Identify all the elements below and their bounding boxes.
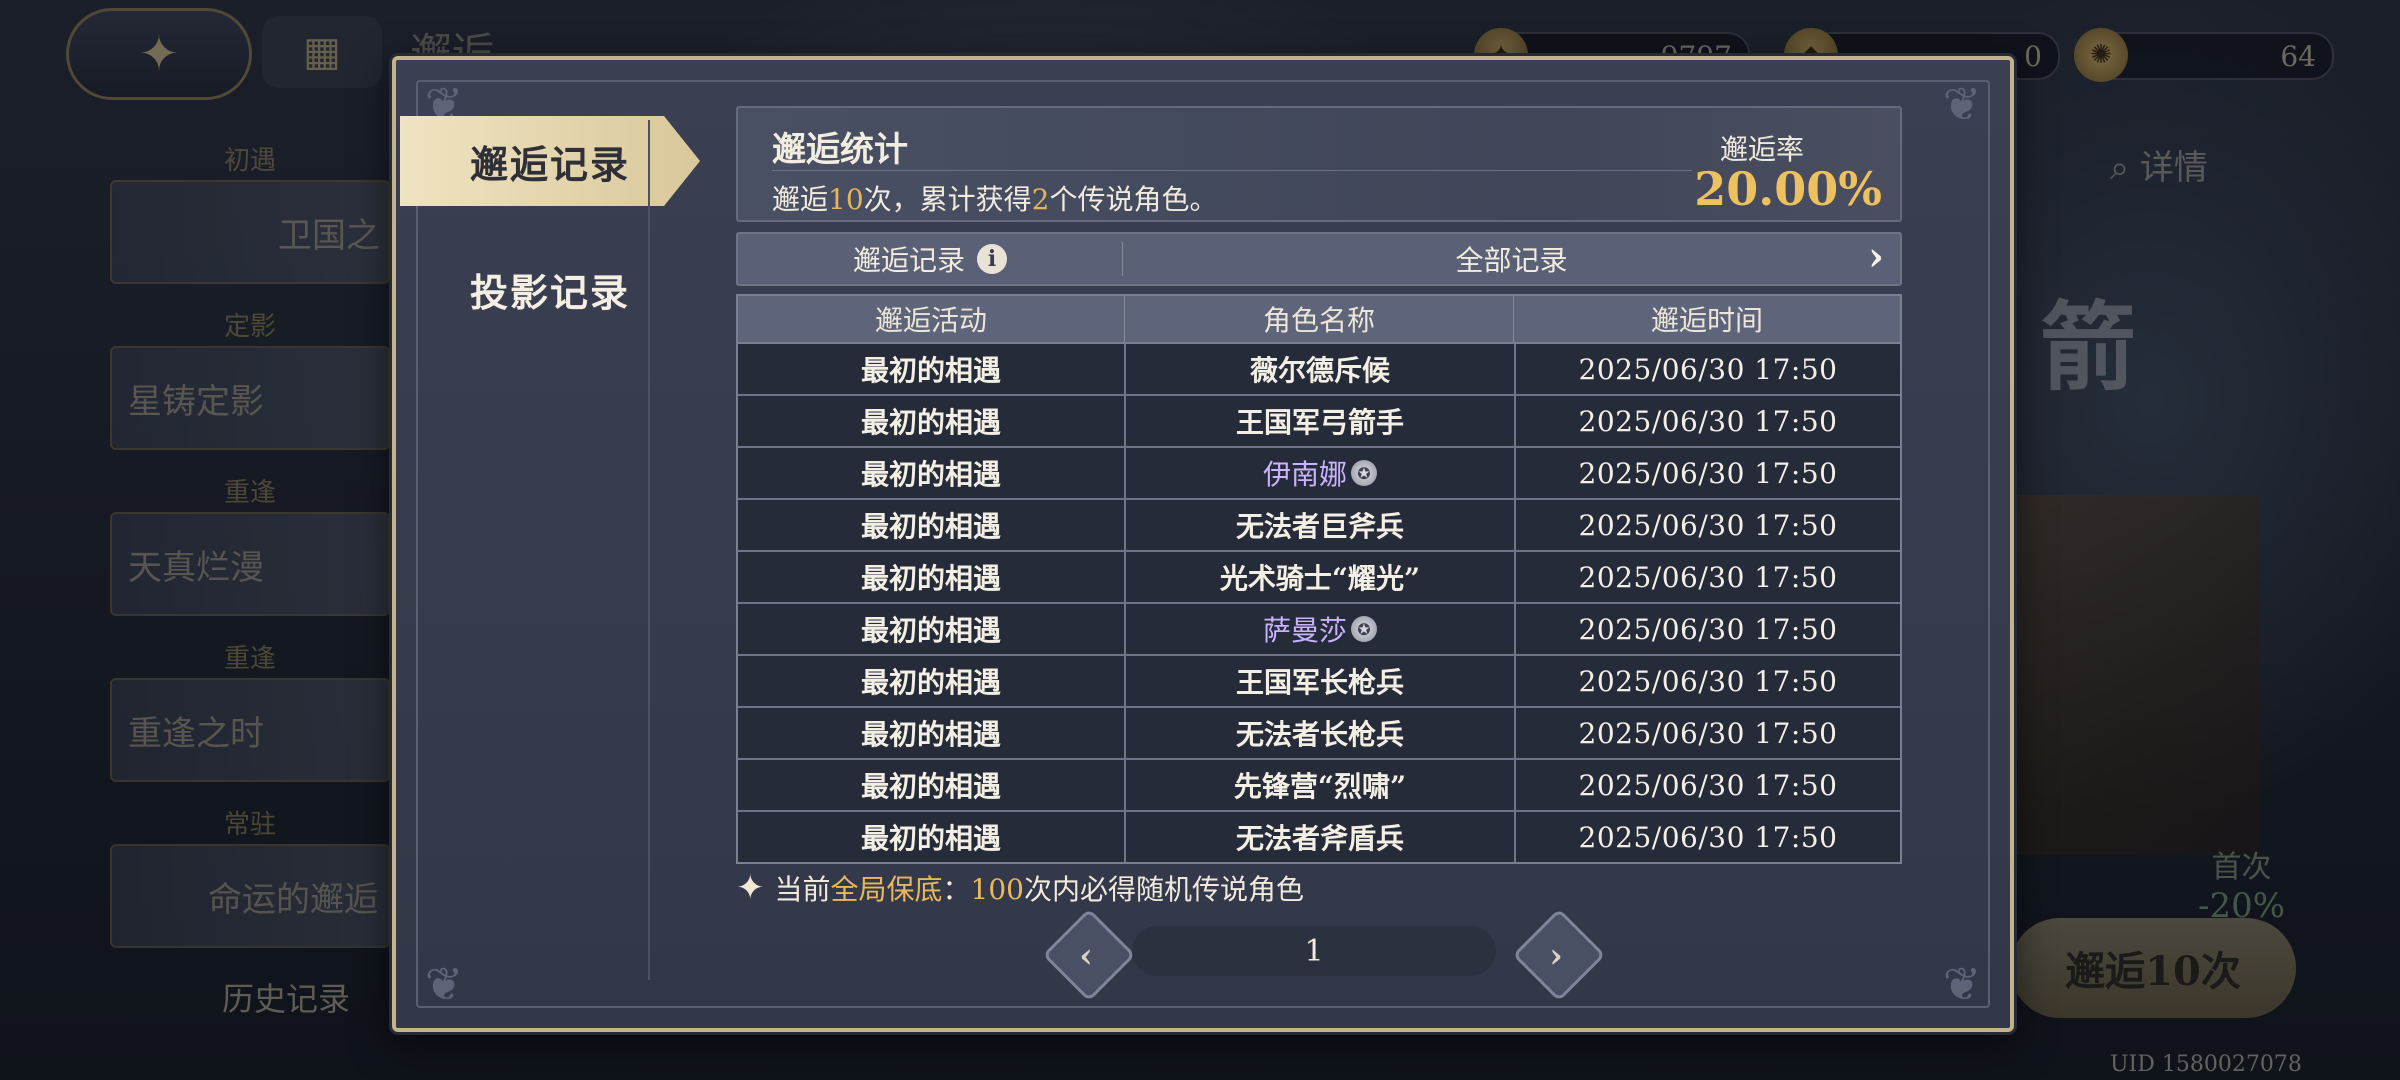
character-name-cell: 无法者斧盾兵 [1124, 812, 1514, 862]
activity-cell: 最初的相遇 [860, 562, 1001, 595]
corner-ornament-icon: ❦ [1942, 957, 1982, 1011]
table-row: 最初的相遇 无法者巨斧兵 2025/06/30 17:50 [738, 498, 1900, 550]
record-filter-bar: 邂逅记录 i 全部记录 › [736, 232, 1902, 286]
table-header: 邂逅活动 角色名称 邂逅时间 [738, 296, 1900, 344]
character-name-cell: 光术骑士“耀光” [1124, 552, 1514, 602]
character-name: 光术骑士“耀光” [1219, 562, 1421, 595]
record-type-label: 邂逅记录 i [738, 239, 1122, 279]
table-row: 最初的相遇 无法者长枪兵 2025/06/30 17:50 [738, 706, 1900, 758]
column-header-time: 邂逅时间 [1513, 296, 1900, 342]
stats-summary: 邂逅10次，累计获得2个传说角色。 [772, 183, 1218, 216]
chevron-right-icon: › [1868, 233, 1884, 280]
time-cell: 2025/06/30 17:50 [1514, 396, 1900, 446]
tab-projection-records[interactable]: 投影记录 [400, 244, 700, 334]
time-cell: 2025/06/30 17:50 [1514, 344, 1900, 394]
record-filter-dropdown[interactable]: 全部记录 › [1123, 233, 1900, 280]
character-name-cell: 无法者巨斧兵 [1124, 500, 1514, 550]
character-name: 无法者长枪兵 [1235, 718, 1404, 751]
character-name-cell: 先锋营“烈啸” [1124, 760, 1514, 810]
legendary-medal-icon: ✪ [1351, 460, 1377, 486]
sparkle-icon: ✦ [736, 868, 765, 908]
pity-guarantee-note: ✦ 当前全局保底：100次内必得随机传说角色 [736, 868, 1305, 908]
character-name-cell: 无法者长枪兵 [1124, 708, 1514, 758]
table-row: 最初的相遇 薇尔德斥候 2025/06/30 17:50 [738, 344, 1900, 394]
activity-cell: 最初的相遇 [860, 770, 1001, 803]
character-name: 萨曼莎 [1262, 614, 1347, 647]
table-row: 最初的相遇 无法者斧盾兵 2025/06/30 17:50 [738, 810, 1900, 862]
character-name-cell: 王国军弓箭手 [1124, 396, 1514, 446]
time-cell: 2025/06/30 17:50 [1514, 500, 1900, 550]
table-body: 最初的相遇 薇尔德斥候 2025/06/30 17:50 最初的相遇 王国军弓箭手 202… [738, 344, 1900, 862]
table-row: 最初的相遇 王国军弓箭手 2025/06/30 17:50 [738, 394, 1900, 446]
activity-cell: 最初的相遇 [860, 822, 1001, 855]
tab-encounter-records[interactable]: 邂逅记录 [400, 116, 700, 206]
table-row: 最初的相遇 伊南娜 ✪ 2025/06/30 17:50 [738, 446, 1900, 498]
character-name-cell: 王国军长枪兵 [1124, 656, 1514, 706]
time-cell: 2025/06/30 17:50 [1514, 656, 1900, 706]
table-row: 最初的相遇 先锋营“烈啸” 2025/06/30 17:50 [738, 758, 1900, 810]
time-cell: 2025/06/30 17:50 [1514, 604, 1900, 654]
character-name-cell: 薇尔德斥候 [1124, 344, 1514, 394]
column-header-character: 角色名称 [1124, 296, 1513, 342]
activity-cell: 最初的相遇 [860, 458, 1001, 491]
character-name: 先锋营“烈啸” [1233, 770, 1407, 803]
character-name: 薇尔德斥候 [1249, 354, 1390, 387]
table-row: 最初的相遇 王国军长枪兵 2025/06/30 17:50 [738, 654, 1900, 706]
character-name: 王国军弓箭手 [1235, 406, 1404, 439]
rate-value: 20.00% [1694, 162, 1882, 216]
activity-cell: 最初的相遇 [860, 510, 1001, 543]
character-name: 伊南娜 [1262, 458, 1347, 491]
time-cell: 2025/06/30 17:50 [1514, 760, 1900, 810]
activity-cell: 最初的相遇 [860, 406, 1001, 439]
character-name-cell: 伊南娜 ✪ [1124, 448, 1514, 498]
info-icon[interactable]: i [977, 244, 1007, 274]
corner-ornament-icon: ❦ [1942, 77, 1982, 131]
column-header-activity: 邂逅活动 [874, 304, 987, 337]
table-row: 最初的相遇 萨曼莎 ✪ 2025/06/30 17:50 [738, 602, 1900, 654]
legendary-medal-icon: ✪ [1351, 616, 1377, 642]
time-cell: 2025/06/30 17:50 [1514, 448, 1900, 498]
activity-cell: 最初的相遇 [860, 718, 1001, 751]
character-name-cell: 萨曼莎 ✪ [1124, 604, 1514, 654]
time-cell: 2025/06/30 17:50 [1514, 812, 1900, 862]
time-cell: 2025/06/30 17:50 [1514, 552, 1900, 602]
activity-cell: 最初的相遇 [860, 614, 1001, 647]
sidebar-divider [648, 120, 650, 980]
divider [772, 170, 1692, 171]
chevron-left-icon: ‹ [1079, 936, 1093, 976]
record-table: 邂逅活动 角色名称 邂逅时间 最初的相遇 薇尔德斥候 2025/06/30 17:5… [736, 294, 1902, 864]
encounter-stats: 邂逅统计 邂逅10次，累计获得2个传说角色。 邂逅率 20.00% [736, 106, 1902, 222]
corner-ornament-icon: ❦ [424, 957, 464, 1011]
character-name: 王国军长枪兵 [1235, 666, 1404, 699]
chevron-right-icon: › [1549, 936, 1563, 976]
character-name: 无法者巨斧兵 [1235, 510, 1404, 543]
page-indicator: 1 [1132, 926, 1496, 976]
activity-cell: 最初的相遇 [860, 354, 1001, 387]
activity-cell: 最初的相遇 [860, 666, 1001, 699]
character-name: 无法者斧盾兵 [1235, 822, 1404, 855]
stats-title: 邂逅统计 [772, 130, 908, 170]
encounter-record-dialog: ❦ ❦ ❦ ❦ 邂逅记录 投影记录 邂逅统计 邂逅10次，累计获得2个传说角色。… [392, 56, 2014, 1032]
time-cell: 2025/06/30 17:50 [1514, 708, 1900, 758]
table-row: 最初的相遇 光术骑士“耀光” 2025/06/30 17:50 [738, 550, 1900, 602]
